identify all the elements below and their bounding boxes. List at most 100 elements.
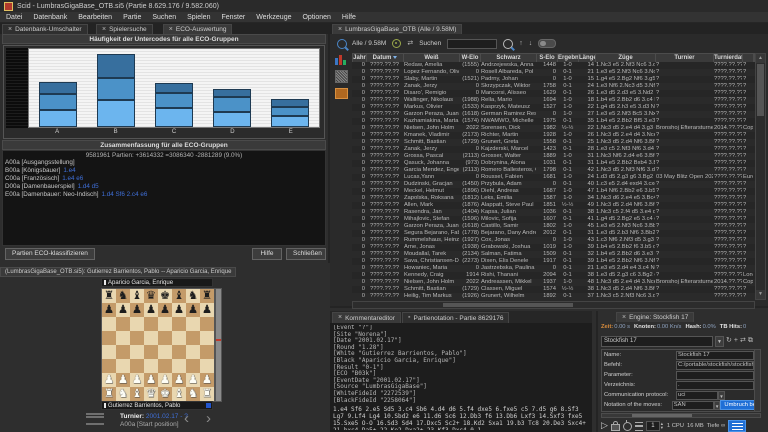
add-engine-icon[interactable]: + [734, 337, 738, 345]
board-square[interactable]: ♜ [102, 289, 116, 303]
board-square[interactable] [102, 317, 116, 331]
tab-engine[interactable]: × Engine: Stockfish 17 [616, 312, 694, 322]
column-header-l-nge[interactable]: Länge [579, 54, 596, 62]
board-square[interactable] [158, 331, 172, 345]
table-row[interactable]: 0????.??.??Slaby, Martin(1521)Padrny, Jo… [352, 76, 755, 83]
board-square[interactable] [102, 345, 116, 359]
pgn-tag-list[interactable]: [Event "?"][Site "Norena"][Date "2001.02… [333, 325, 589, 404]
tab-comment-editor[interactable]: × Kommentareditor [332, 312, 401, 323]
board-square[interactable]: ♚ [158, 387, 172, 401]
next-move-arrow[interactable]: › [206, 410, 211, 427]
scrollbar-thumb[interactable] [757, 64, 764, 116]
multipv-spinbox[interactable]: 1 ▲▼ [646, 421, 664, 431]
eco-moves[interactable]: 1.d4 d5 [78, 183, 99, 190]
form-vertical-scrollbar[interactable] [754, 350, 760, 411]
board-menu-icon[interactable] [86, 413, 104, 425]
multipv-list-icon[interactable] [635, 422, 643, 431]
board-square[interactable] [130, 331, 144, 345]
board-square[interactable] [172, 359, 186, 373]
tab-spielersuche[interactable]: ×Spielersuche [96, 24, 153, 34]
board-square[interactable] [172, 331, 186, 345]
board-square[interactable]: ♟ [158, 303, 172, 317]
search-input[interactable] [447, 39, 497, 49]
board-square[interactable] [158, 359, 172, 373]
board-square[interactable]: ♟ [116, 373, 130, 387]
pgn-move-text[interactable]: 1.e4 Sf6 2.e5 Sd5 3.c4 Sb6 4.d4 d6 5.f4 … [333, 406, 589, 430]
column-header-wei[interactable]: Weiß [404, 54, 460, 62]
vertical-scrollbar[interactable]: ▲ ▼ [755, 53, 766, 300]
board-square[interactable]: ♞ [116, 387, 130, 401]
board-square[interactable] [200, 345, 214, 359]
table-row[interactable]: 0????.??.??Lucas,Yann0Roussel, Fabien168… [352, 174, 755, 181]
board-square[interactable]: ♟ [130, 373, 144, 387]
table-row[interactable]: 0????.??.??Meckel, Helmut(1896)Diehl, An… [352, 188, 755, 195]
close-icon[interactable]: × [338, 26, 342, 34]
board-square[interactable] [158, 317, 172, 331]
column-header-jahr[interactable]: Jahr [353, 54, 367, 62]
table-row[interactable]: 0????.??.??Dudzinski, Gracjan(1450)Przyb… [352, 181, 755, 188]
filter-search-icon[interactable] [337, 39, 347, 49]
chevron-down-icon[interactable]: ▼ [714, 401, 721, 410]
engine-select-input[interactable]: Stockfish 17 [601, 336, 713, 347]
table-row[interactable]: 0????.??.??Garzon Peraza, Juan P(1618)Ca… [352, 223, 755, 230]
close-icon[interactable]: × [102, 26, 106, 34]
board-square[interactable] [144, 331, 158, 345]
table-row[interactable]: 0????.??.??Kazhamiakina, Marta(1574)NWAM… [352, 118, 755, 125]
column-header-w-elo[interactable]: W-Elo [460, 54, 481, 62]
menu-datenbank[interactable]: Datenbank [33, 14, 67, 21]
table-row[interactable]: 0????.??.??Redaw, Amelia(1555)Andrzejews… [352, 62, 755, 69]
menu-spielen[interactable]: Spielen [187, 14, 210, 21]
board-square[interactable]: ♟ [144, 373, 158, 387]
field-value-verzeichnis[interactable]: . [676, 381, 754, 390]
table-row[interactable]: 0????.??.??Markus, Olivier(1533)Kasprzyk… [352, 104, 755, 111]
board-square[interactable] [144, 317, 158, 331]
filter-swap-icon[interactable]: ⇄ [407, 40, 413, 48]
column-header-s-elo[interactable]: S-Elo [537, 54, 558, 62]
table-row[interactable]: 0????.??.??Nielsen, John Holm2022Sorense… [352, 125, 755, 132]
table-row[interactable]: 0????.??.??Wallinger, Nikolaus(1988)Rell… [352, 97, 755, 104]
scrollbar-thumb[interactable] [632, 414, 692, 417]
board-square[interactable] [116, 359, 130, 373]
export-icon[interactable] [335, 88, 348, 99]
start-engine-icon[interactable]: ▷ [601, 420, 608, 431]
table-row[interactable]: 0????.??.??Rummelshaus, Heinz(1927)Cox, … [352, 237, 755, 244]
eco-moves[interactable]: 1.d4 Sf6 2.c4 e6 [101, 191, 147, 198]
chess-board[interactable]: ♜♞♝♛♚♝♞♜♟♟♟♟♟♟♟♟♟♟♟♟♟♟♟♟♜♞♝♛♚♝♞♜ [101, 288, 215, 402]
column-header-turnier[interactable]: Turnier [656, 54, 714, 62]
menu-bearbeiten[interactable]: Bearbeiten [78, 14, 112, 21]
lock-icon[interactable] [611, 424, 620, 431]
previous-move-arrow[interactable]: ‹ [184, 410, 189, 427]
table-row[interactable]: 0????.??.??Zanak, Jerzy0Kajzderski, Marc… [352, 146, 755, 153]
board-square[interactable]: ♟ [186, 373, 200, 387]
board-square[interactable] [130, 345, 144, 359]
tab-gamelist[interactable]: × LumbrasGigaBase_OTB (Alle / 9.58M) [332, 24, 462, 34]
table-row[interactable]: 0????.??.??Schmitt, Bastian(1729)Classen… [352, 286, 755, 293]
table-row[interactable]: 0????.??.??Sava, Christiansen-Da(2273)Di… [352, 258, 755, 265]
table-row[interactable]: 0????.??.??Schmitt, Bastian(1729)Grunert… [352, 139, 755, 146]
close-icon[interactable]: × [338, 314, 342, 322]
board-square[interactable]: ♟ [172, 303, 186, 317]
board-scroll-strip[interactable] [215, 288, 222, 402]
board-square[interactable]: ♟ [116, 303, 130, 317]
board-square[interactable] [102, 331, 116, 345]
board-square[interactable] [200, 331, 214, 345]
board-square[interactable]: ♟ [200, 373, 214, 387]
tab-datenbank-umschalter[interactable]: ×Datenbank-Umschalter [2, 24, 88, 34]
column-header-ergebni[interactable]: Ergebni [558, 54, 579, 62]
table-row[interactable]: 0????.??.??Heilig, Tim Markus(1926)Grune… [352, 293, 755, 300]
board-square[interactable] [144, 359, 158, 373]
board-square[interactable] [102, 359, 116, 373]
board-square[interactable] [186, 331, 200, 345]
board-square[interactable] [186, 345, 200, 359]
board-square[interactable]: ♟ [186, 303, 200, 317]
form-horizontal-scrollbar[interactable] [601, 413, 761, 418]
board-square[interactable]: ♜ [200, 289, 214, 303]
board-square[interactable]: ♝ [130, 289, 144, 303]
engine-menu-button[interactable] [728, 420, 746, 432]
table-row[interactable]: 0????.??.??Garcia Mendez, Engel(2113)Rom… [352, 167, 755, 174]
field-value-befehl[interactable]: C:/portable/stockfish/stockfish- [676, 361, 754, 370]
menu-optionen[interactable]: Optionen [302, 14, 330, 21]
field-value-communication-protocol[interactable]: uci [676, 391, 718, 400]
menu-suchen[interactable]: Suchen [152, 14, 176, 21]
swap-icon[interactable]: ⇄ [740, 337, 746, 345]
